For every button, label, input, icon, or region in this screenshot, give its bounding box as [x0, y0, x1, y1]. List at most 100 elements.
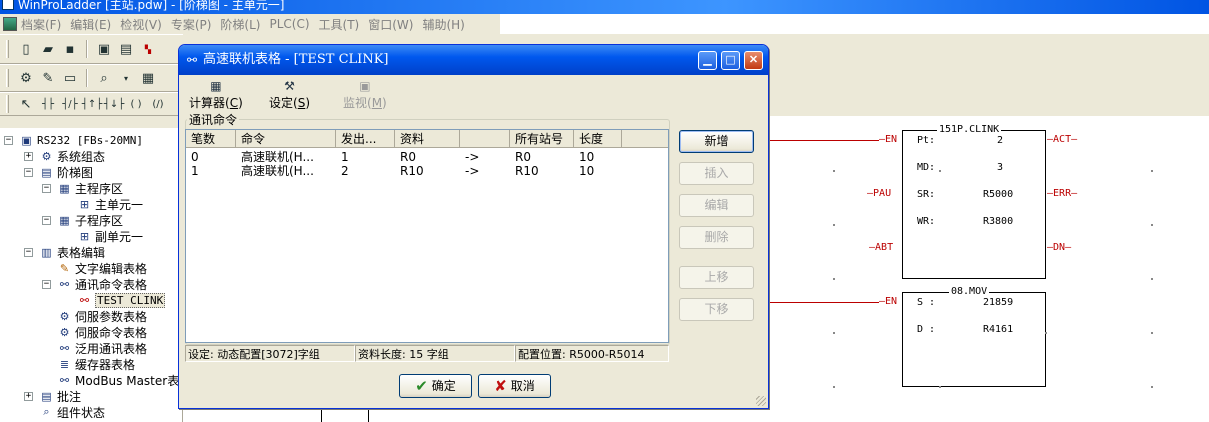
cancel-button[interactable]: ✘ 取消: [478, 374, 551, 398]
menu-view[interactable]: 检视(V): [120, 16, 162, 33]
contact-up-icon[interactable]: ┤↑├: [82, 95, 102, 113]
settings-icon: ⚒: [284, 79, 295, 93]
cell-command: 高速联机(H...: [241, 164, 314, 178]
project-tree[interactable]: − ▣ RS232 [FBs-20MN] + ⚙ 系统组态 − ▤ 阶梯图 − …: [0, 128, 183, 422]
collapse-toggle[interactable]: −: [24, 247, 33, 257]
tree-node-modbus-master[interactable]: ⚯ ModBus Master表: [57, 372, 179, 388]
mdi-document-icon[interactable]: [3, 17, 17, 31]
menu-edit[interactable]: 编辑(E): [70, 16, 111, 33]
function-block-mov[interactable]: 08.MOV S : 21859 D : R4161: [902, 286, 1046, 387]
column-header-send[interactable]: 发出...: [336, 130, 395, 148]
zoom-icon[interactable]: ⌕: [95, 69, 113, 87]
contact-nc-icon[interactable]: ┤/├: [61, 95, 79, 113]
contact-down-icon[interactable]: ┤↓├: [104, 95, 124, 113]
tree-node-ladder[interactable]: − ▤ 阶梯图: [24, 164, 93, 180]
dialog-title-bar[interactable]: ⚯ 高速联机表格 - [TEST CLINK] ▁ □ ✕: [179, 45, 768, 75]
tree-node-label: ModBus Master表: [75, 373, 180, 388]
column-header-direction[interactable]: [460, 130, 510, 148]
tree-node-main-unit[interactable]: ⊞ 主单元一: [77, 196, 143, 212]
collapse-toggle[interactable]: −: [4, 135, 13, 145]
display-icon[interactable]: ▭: [61, 69, 79, 87]
collapse-toggle[interactable]: −: [42, 183, 51, 193]
save-icon[interactable]: ▪: [61, 40, 79, 58]
tree-node-register-table[interactable]: ≣ 缓存器表格: [57, 356, 135, 372]
new-file-icon[interactable]: ▯: [17, 40, 35, 58]
monitor-icon: ▣: [359, 79, 371, 93]
pencil-icon[interactable]: ✎: [39, 69, 57, 87]
menu-help[interactable]: 辅助(H): [422, 16, 464, 33]
delete-button[interactable]: 删除: [679, 226, 754, 249]
column-header-index[interactable]: 笔数: [186, 130, 236, 148]
coil-inverse-icon[interactable]: (/): [149, 95, 167, 113]
open-folder-icon[interactable]: ▰: [39, 40, 57, 58]
toolbar-grip[interactable]: [6, 69, 9, 87]
tree-node-system-config[interactable]: + ⚙ 系统组态: [24, 148, 105, 164]
add-button[interactable]: 新增: [679, 130, 754, 153]
table-icon: ▥: [41, 245, 52, 259]
function-block-clink[interactable]: 151P.CLINK Pt: 2 MD: 3 SR: R5000 WR: R38…: [902, 124, 1046, 279]
tree-node-comments[interactable]: + ▤ 批注: [24, 388, 81, 404]
tree-node-servo-param[interactable]: ⚙ 伺服参数表格: [57, 308, 147, 324]
comment-icon: ▤: [41, 389, 52, 403]
standard-toolbar: ▯ ▰ ▪ ▣ ▤ ▚: [0, 34, 183, 64]
menu-window[interactable]: 窗口(W): [368, 16, 413, 33]
contact-no-icon[interactable]: ┤├: [39, 95, 57, 113]
tree-node-test-clink[interactable]: ⚯ TEST CLINK: [77, 292, 166, 308]
tree-node-comm-table[interactable]: − ⚯ 通讯命令表格: [42, 276, 147, 292]
menu-tools[interactable]: 工具(T): [319, 16, 360, 33]
coil-icon[interactable]: ( ): [127, 95, 145, 113]
tree-node-sub-unit[interactable]: ⊞ 副单元一: [77, 228, 143, 244]
menu-file[interactable]: 档案(F): [21, 16, 61, 33]
tree-node-main-program[interactable]: − ▦ 主程序区: [42, 180, 123, 196]
column-header-command[interactable]: 命令: [236, 130, 336, 148]
toolbar-grip[interactable]: [6, 95, 9, 113]
command-list[interactable]: 笔数 命令 发出... 资料 所有站号 长度 0 高速联机(H... 1 R0 …: [185, 129, 669, 343]
ok-button[interactable]: ✔ 确定: [399, 374, 472, 398]
calculator-button[interactable]: ▦ 计算器(C): [189, 78, 243, 110]
toolbar-grip[interactable]: [6, 40, 9, 58]
move-down-button[interactable]: 下移: [679, 298, 754, 321]
main-window-title: WinProLadder [主站.pdw] - [阶梯图 - 主单元一]: [18, 0, 285, 12]
column-header-station[interactable]: 所有站号: [510, 130, 574, 148]
insert-button[interactable]: 插入: [679, 162, 754, 185]
monitor-icon[interactable]: ▤: [117, 40, 135, 58]
menu-plc[interactable]: PLC(C): [269, 17, 309, 31]
grid-dot: [833, 386, 835, 388]
column-header-length[interactable]: 长度: [574, 130, 622, 148]
edit-button[interactable]: 编辑: [679, 194, 754, 217]
dropdown-arrow-icon[interactable]: ▾: [117, 69, 135, 87]
tree-node-servo-command[interactable]: ⚙ 伺服命令表格: [57, 324, 147, 340]
tree-node-component-status[interactable]: ⌕ 组件状态: [39, 404, 105, 420]
or-and-icon[interactable]: ▚: [139, 40, 157, 58]
maximize-button[interactable]: □: [721, 51, 740, 70]
pointer-icon[interactable]: ↖: [17, 95, 35, 113]
close-button[interactable]: ✕: [744, 51, 763, 70]
minimize-button[interactable]: ▁: [698, 51, 717, 70]
config-icon[interactable]: ⚙: [17, 69, 35, 87]
menu-project[interactable]: 专案(P): [171, 16, 212, 33]
expand-toggle[interactable]: +: [24, 391, 33, 401]
tree-node-text-table[interactable]: ✎ 文字编辑表格: [57, 260, 147, 276]
column-header-data[interactable]: 资料: [395, 130, 460, 148]
param-label: MD:: [917, 162, 936, 173]
cell-data: R0: [400, 150, 416, 164]
collapse-toggle[interactable]: −: [42, 279, 51, 289]
grid-dot: [1151, 332, 1153, 334]
resize-grip[interactable]: [756, 396, 766, 406]
move-up-button[interactable]: 上移: [679, 266, 754, 289]
monitor-button[interactable]: ▣ 监视(M): [343, 78, 387, 110]
program-icon: ▦: [59, 181, 70, 195]
cell-command: 高速联机(H...: [241, 150, 314, 164]
menu-ladder[interactable]: 阶梯(L): [220, 16, 260, 33]
table-icon[interactable]: ▦: [139, 69, 157, 87]
project-icon[interactable]: ▣: [95, 40, 113, 58]
settings-button[interactable]: ⚒ 设定(S): [269, 78, 310, 110]
expand-toggle[interactable]: +: [24, 151, 33, 161]
tree-node-table-edit[interactable]: − ▥ 表格编辑: [24, 244, 105, 260]
collapse-toggle[interactable]: −: [42, 215, 51, 225]
collapse-toggle[interactable]: −: [24, 167, 33, 177]
tree-node-general-comm[interactable]: ⚯ 泛用通讯表格: [57, 340, 147, 356]
tree-node-sub-program[interactable]: − ▦ 子程序区: [42, 212, 123, 228]
status-location: 配置位置: R5000-R5014: [515, 345, 669, 362]
tree-node-rs232[interactable]: − ▣ RS232 [FBs-20MN]: [4, 132, 143, 148]
